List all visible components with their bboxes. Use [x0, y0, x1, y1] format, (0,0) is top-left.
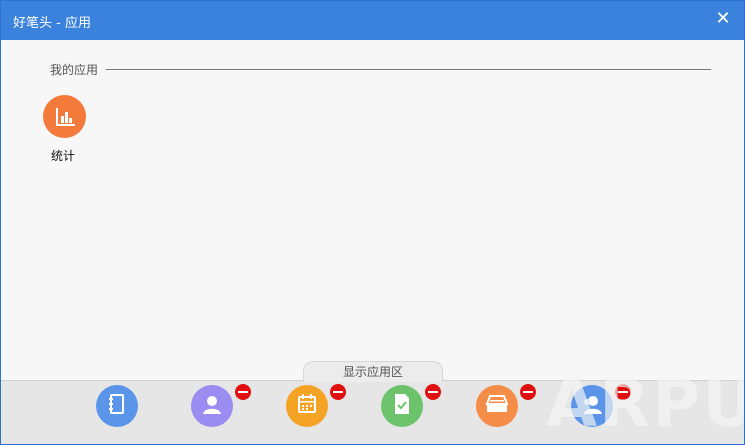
tray-app-document[interactable] [381, 385, 423, 427]
calendar-icon [296, 393, 318, 419]
tray-app-user[interactable] [191, 385, 233, 427]
remove-inbox-button[interactable] [520, 384, 536, 400]
user-icon [201, 393, 223, 419]
bar-chart-icon [43, 95, 86, 138]
remove-calendar-button[interactable] [330, 384, 346, 400]
window-title: 好笔头 - 应用 [13, 16, 91, 31]
document-check-icon [392, 393, 412, 419]
my-apps-section-label: 我的应用 [50, 63, 99, 77]
tray-app-notebook[interactable] [96, 385, 138, 427]
app-window: 好笔头 - 应用 ✕ 我的应用 统计 显示应用区 ARP [0, 0, 745, 445]
remove-document-button[interactable] [425, 384, 441, 400]
remove-user-button[interactable] [235, 384, 251, 400]
notebook-icon [107, 393, 127, 419]
app-statistics[interactable] [43, 95, 87, 138]
title-bar: 好笔头 - 应用 ✕ [1, 1, 744, 40]
tray-app-calendar[interactable] [286, 385, 328, 427]
app-statistics-label: 统计 [51, 149, 76, 163]
inbox-tray-icon [485, 394, 509, 418]
show-app-area-tab[interactable]: 显示应用区 [303, 361, 443, 382]
watermark-text: ARPUN [546, 365, 744, 442]
tray-app-inbox[interactable] [476, 385, 518, 427]
section-divider [106, 69, 711, 70]
close-button[interactable]: ✕ [712, 8, 734, 30]
close-icon: ✕ [715, 8, 731, 29]
